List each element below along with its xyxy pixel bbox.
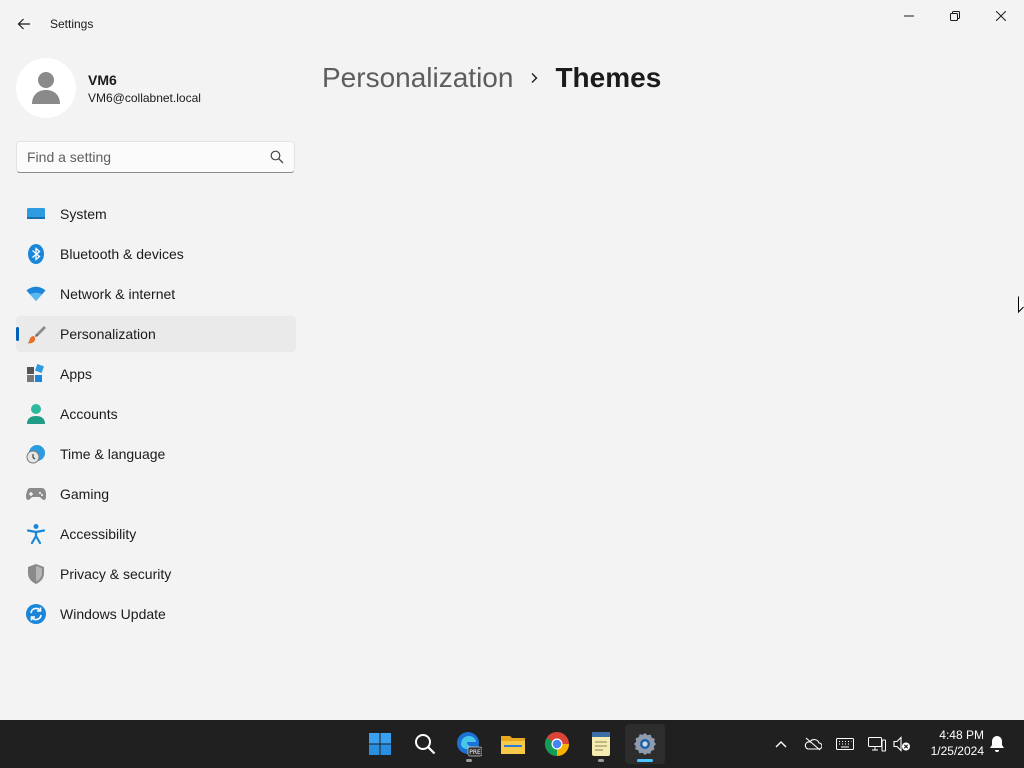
selection-indicator: [16, 327, 19, 341]
chrome-icon: [544, 732, 569, 756]
bluetooth-icon: [26, 244, 46, 264]
svg-text:PRE: PRE: [469, 749, 481, 756]
taskbar-start-button[interactable]: [360, 724, 400, 764]
close-icon: [996, 11, 1006, 21]
minimize-icon: [904, 15, 914, 17]
restore-button[interactable]: [932, 0, 978, 32]
chevron-up-icon[interactable]: [769, 732, 793, 756]
chevron-right-icon: [529, 72, 539, 84]
sidebar-item-accounts[interactable]: Accounts: [16, 396, 296, 432]
sidebar-item-label: Accounts: [60, 406, 118, 422]
close-button[interactable]: [978, 0, 1024, 32]
bell-icon[interactable]: [985, 732, 1009, 756]
accounts-icon: [26, 404, 46, 424]
back-button[interactable]: [10, 12, 38, 36]
back-arrow-icon: [17, 18, 30, 30]
sidebar-item-label: Windows Update: [60, 606, 166, 622]
sidebar-item-windows-update[interactable]: Windows Update: [16, 596, 296, 632]
sidebar-item-personalization[interactable]: Personalization: [16, 316, 296, 352]
sidebar-item-label: Bluetooth & devices: [60, 246, 184, 262]
clock-time: 4:48 PM: [939, 728, 984, 742]
keyboard-icon[interactable]: [833, 732, 857, 756]
gamepad-icon: [26, 484, 46, 504]
mouse-cursor-icon: [1018, 296, 1024, 314]
sidebar-item-label: Network & internet: [60, 286, 176, 302]
page-title: Themes: [555, 62, 662, 93]
sidebar-item-system[interactable]: System: [16, 196, 296, 232]
user-email: VM6@collabnet.local: [88, 91, 201, 105]
user-profile[interactable]: VM6 VM6@collabnet.local: [16, 58, 296, 118]
accessibility-icon: [26, 524, 46, 544]
taskbar-chrome-button[interactable]: [537, 724, 577, 764]
running-indicator: [637, 759, 653, 762]
taskbar-file-explorer-button[interactable]: [493, 724, 533, 764]
system-icon: [26, 204, 46, 224]
search-icon: [415, 734, 436, 755]
sidebar-item-label: Privacy & security: [60, 566, 172, 582]
running-indicator: [598, 759, 604, 762]
taskbar-search-button[interactable]: [405, 724, 445, 764]
network-icon[interactable]: [865, 732, 889, 756]
volume-muted-icon[interactable]: [890, 732, 914, 756]
running-indicator: [466, 759, 472, 762]
sidebar-item-apps[interactable]: Apps: [16, 356, 296, 392]
sidebar-item-privacy-security[interactable]: Privacy & security: [16, 556, 296, 592]
title-bar: Settings: [0, 0, 1024, 48]
sidebar-item-label: Time & language: [60, 446, 166, 462]
sidebar-item-label: Apps: [60, 366, 92, 382]
taskbar-edge-pre-button[interactable]: PRE: [449, 724, 489, 764]
sidebar-item-bluetooth[interactable]: Bluetooth & devices: [16, 236, 296, 272]
user-name: VM6: [88, 72, 117, 88]
search-icon[interactable]: [270, 150, 284, 164]
breadcrumb-parent-link[interactable]: Personalization: [322, 62, 513, 94]
sidebar-item-label: Gaming: [60, 486, 110, 502]
breadcrumb: Personalization Themes: [322, 58, 661, 98]
sidebar-item-label: Accessibility: [60, 526, 137, 542]
sidebar-item-gaming[interactable]: Gaming: [16, 476, 296, 512]
start-icon: [369, 733, 391, 755]
search-box[interactable]: [16, 141, 295, 173]
wifi-icon: [26, 284, 46, 304]
paintbrush-icon: [26, 324, 46, 344]
shield-icon: [26, 564, 46, 584]
edge-pre-icon: PRE: [457, 732, 482, 757]
time-language-icon: [26, 444, 46, 464]
taskbar-settings-button[interactable]: [625, 724, 665, 764]
taskbar-clock[interactable]: 4:48 PM 1/25/2024: [916, 727, 984, 759]
sidebar-item-accessibility[interactable]: Accessibility: [16, 516, 296, 552]
settings-icon: [634, 733, 656, 755]
onedrive-icon[interactable]: [801, 732, 825, 756]
clock-date: 1/25/2024: [930, 744, 984, 758]
windows-update-icon: [26, 604, 46, 624]
sidebar-nav: System Bluetooth & devices Network & int…: [16, 196, 296, 636]
sidebar-item-label: System: [60, 206, 107, 222]
user-avatar-icon: [32, 72, 60, 104]
notepad-icon: [592, 732, 610, 756]
taskbar: PRE 4:48 PM 1/25/2024: [0, 720, 1024, 768]
sidebar-item-time-language[interactable]: Time & language: [16, 436, 296, 472]
taskbar-notepad-button[interactable]: [581, 724, 621, 764]
search-input[interactable]: [17, 142, 257, 172]
sidebar-item-network[interactable]: Network & internet: [16, 276, 296, 312]
avatar: [16, 58, 76, 118]
file-explorer-icon: [501, 736, 525, 754]
apps-icon: [26, 364, 46, 384]
window-title: Settings: [50, 17, 94, 31]
restore-icon: [950, 11, 960, 21]
minimize-button[interactable]: [886, 0, 932, 32]
sidebar-item-label: Personalization: [60, 326, 156, 342]
